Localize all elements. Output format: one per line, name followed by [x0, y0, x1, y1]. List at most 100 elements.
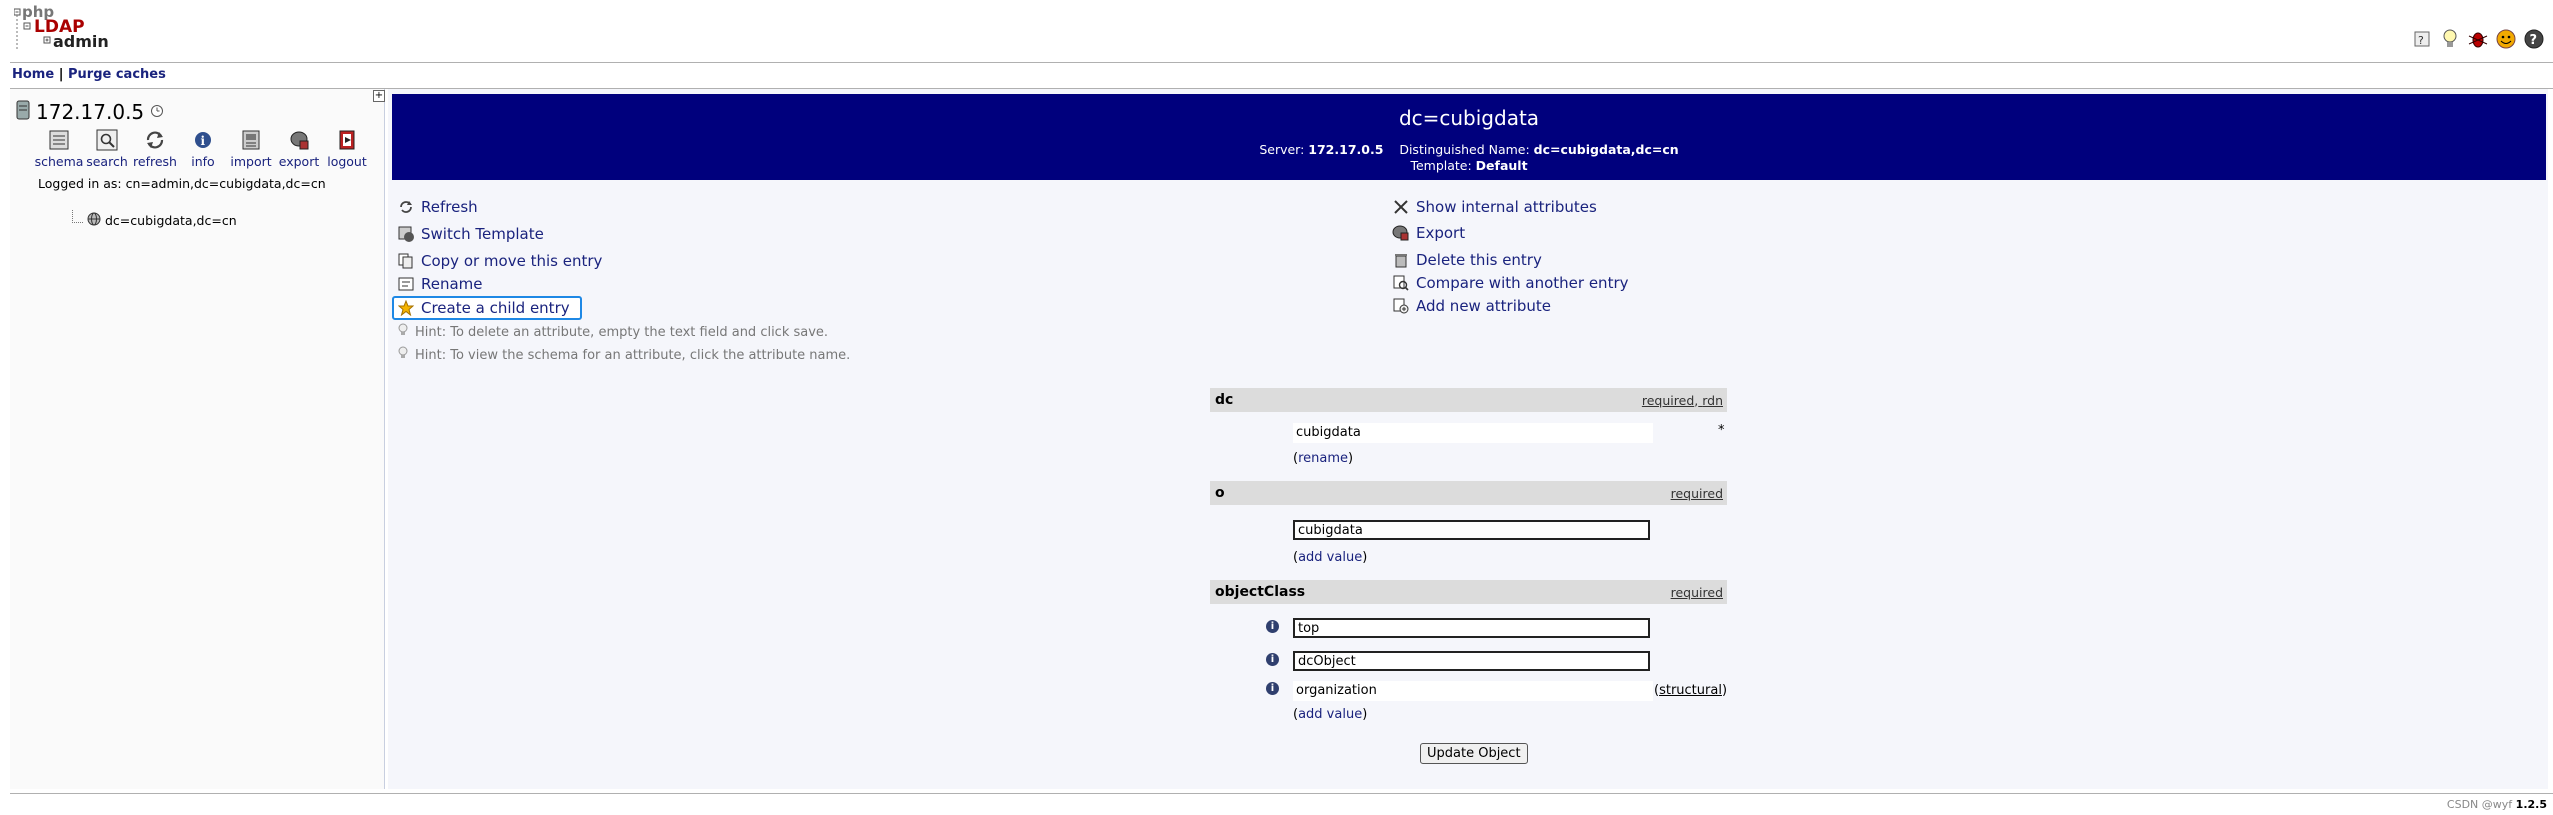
toolbar-export[interactable]: export [278, 128, 320, 169]
tree-item[interactable]: dc=cubigdata,dc=cn [72, 210, 237, 229]
server-name[interactable]: 172.17.0.5 [36, 100, 144, 124]
question-icon[interactable]: ? [2523, 28, 2545, 50]
toolbar-refresh[interactable]: refresh [133, 128, 177, 169]
attr-objectclass-name[interactable]: objectClass [1215, 584, 1305, 600]
switch-template-action[interactable]: Switch Template [397, 225, 544, 243]
export-action[interactable]: Export [1392, 224, 1465, 242]
toolbar-info-label: info [191, 154, 215, 169]
top-menu: Home | Purge caches [12, 67, 166, 82]
switch-template-icon [397, 225, 415, 243]
rename-label[interactable]: Rename [421, 275, 483, 293]
rename-icon [397, 275, 415, 293]
attr-objectclass-structural-wrap: (structural) [1654, 683, 1727, 698]
dn-value: dc=cubigdata,dc=cn [1533, 142, 1679, 157]
tree-branch-line [72, 210, 83, 223]
hint-schema-text: Hint: To view the schema for an attribut… [415, 347, 851, 363]
switch-template-label[interactable]: Switch Template [421, 225, 544, 243]
copy-move-action[interactable]: Copy or move this entry [397, 252, 602, 270]
lightbulb-icon[interactable] [2439, 28, 2461, 50]
attr-objectclass-input-dcobject[interactable] [1293, 651, 1650, 671]
entry-server-dn: Server: 172.17.0.5 Distinguished Name: d… [392, 142, 2546, 157]
toolbar-import[interactable]: import [230, 128, 272, 169]
menu-separator: | [58, 67, 64, 82]
phpldapadmin-logo[interactable]: php LDAP admin [13, 3, 124, 55]
help-icon[interactable]: ? [2411, 28, 2433, 50]
entry-title: dc=cubigdata [1398, 106, 1540, 130]
purge-caches-link[interactable]: Purge caches [68, 67, 166, 82]
header-divider [10, 62, 2553, 63]
toolbar-refresh-label: refresh [133, 154, 177, 169]
dn-label: Distinguished Name: [1399, 142, 1530, 157]
lightbulb-icon [397, 323, 409, 341]
attr-dc-rename-close: ) [1348, 451, 1354, 466]
create-child-action[interactable]: Create a child entry [392, 296, 582, 320]
delete-action[interactable]: Delete this entry [1392, 251, 1542, 269]
add-attribute-label[interactable]: Add new attribute [1416, 297, 1551, 315]
attr-objectclass-input-top[interactable] [1293, 618, 1650, 638]
lightbulb-icon [397, 346, 409, 364]
toolbar-search[interactable]: search [86, 128, 128, 169]
attr-o-add-value-link[interactable]: add value [1298, 550, 1362, 565]
toolbar-import-label: import [230, 154, 272, 169]
add-attribute-icon [1392, 297, 1410, 315]
tree-item-label[interactable]: dc=cubigdata,dc=cn [105, 213, 237, 228]
attr-o-name[interactable]: o [1215, 485, 1225, 501]
toolbar-export-label: export [278, 154, 320, 169]
entry-template: Template: Default [392, 158, 2546, 173]
rename-action[interactable]: Rename [397, 275, 483, 293]
refresh-label[interactable]: Refresh [421, 198, 478, 216]
logged-in-as: Logged in as: cn=admin,dc=cubigdata,dc=c… [38, 176, 326, 191]
add-attribute-action[interactable]: Add new attribute [1392, 297, 1551, 315]
server-value: 172.17.0.5 [1308, 142, 1384, 157]
toolbar-logout-label: logout [327, 154, 367, 169]
server-toolbar: schema search refresh i info import expo… [35, 128, 368, 169]
show-internal-label[interactable]: Show internal attributes [1416, 198, 1597, 216]
footer-divider [10, 793, 2553, 794]
footer: CSDN @wyf 1.2.5 [2447, 798, 2547, 811]
bug-icon[interactable] [2467, 28, 2489, 50]
home-link[interactable]: Home [12, 67, 54, 82]
smiley-icon[interactable] [2495, 28, 2517, 50]
expand-icon[interactable]: + [373, 90, 385, 102]
copy-move-label[interactable]: Copy or move this entry [421, 252, 602, 270]
update-object-button[interactable]: Update Object [1420, 743, 1528, 764]
attr-dc-rdn-text: rdn [1702, 393, 1723, 408]
compare-action[interactable]: Compare with another entry [1392, 274, 1629, 292]
attr-objectclass-add-value-link[interactable]: add value [1298, 707, 1362, 722]
refresh-action[interactable]: Refresh [397, 198, 478, 216]
info-icon[interactable]: i [1266, 620, 1279, 633]
template-label: Template: [1410, 158, 1472, 173]
import-icon [238, 128, 264, 152]
compare-label[interactable]: Compare with another entry [1416, 274, 1629, 292]
logo-admin: admin [53, 32, 109, 51]
attr-dc-required-text: required [1641, 393, 1695, 408]
search-icon [94, 128, 120, 152]
toolbar-info[interactable]: i info [182, 128, 224, 169]
export-icon [1392, 224, 1410, 242]
refresh-icon [142, 128, 168, 152]
attr-objectclass-value-organization: organization [1293, 681, 1653, 701]
logout-icon [334, 128, 360, 152]
attr-objectclass-add-wrap: (add value) [1293, 707, 1367, 722]
attr-dc-name[interactable]: dc [1215, 392, 1233, 408]
info-icon[interactable]: i [1266, 682, 1279, 695]
hint-delete: Hint: To delete an attribute, empty the … [397, 323, 828, 341]
tools-icon [1392, 198, 1410, 216]
copy-icon [397, 252, 415, 270]
attr-dc-rename-link[interactable]: rename [1298, 451, 1348, 466]
hint-schema: Hint: To view the schema for an attribut… [397, 346, 850, 364]
toolbar-schema[interactable]: schema [35, 128, 83, 169]
attr-dc-comma: , [1694, 393, 1699, 408]
toolbar-logout[interactable]: logout [326, 128, 368, 169]
attr-objectclass-add-close: ) [1362, 707, 1368, 722]
attr-dc-header: dc required, rdn [1210, 388, 1727, 412]
create-child-label[interactable]: Create a child entry [421, 299, 570, 317]
info-icon[interactable]: i [1266, 653, 1279, 666]
top-icons: ? ? [2411, 28, 2545, 50]
attr-dc-rename-wrap: (rename) [1293, 451, 1353, 466]
show-internal-action[interactable]: Show internal attributes [1392, 198, 1597, 216]
attr-o-input[interactable] [1293, 520, 1650, 540]
attr-o-add-wrap: (add value) [1293, 550, 1367, 565]
delete-label[interactable]: Delete this entry [1416, 251, 1542, 269]
export-label[interactable]: Export [1416, 224, 1465, 242]
